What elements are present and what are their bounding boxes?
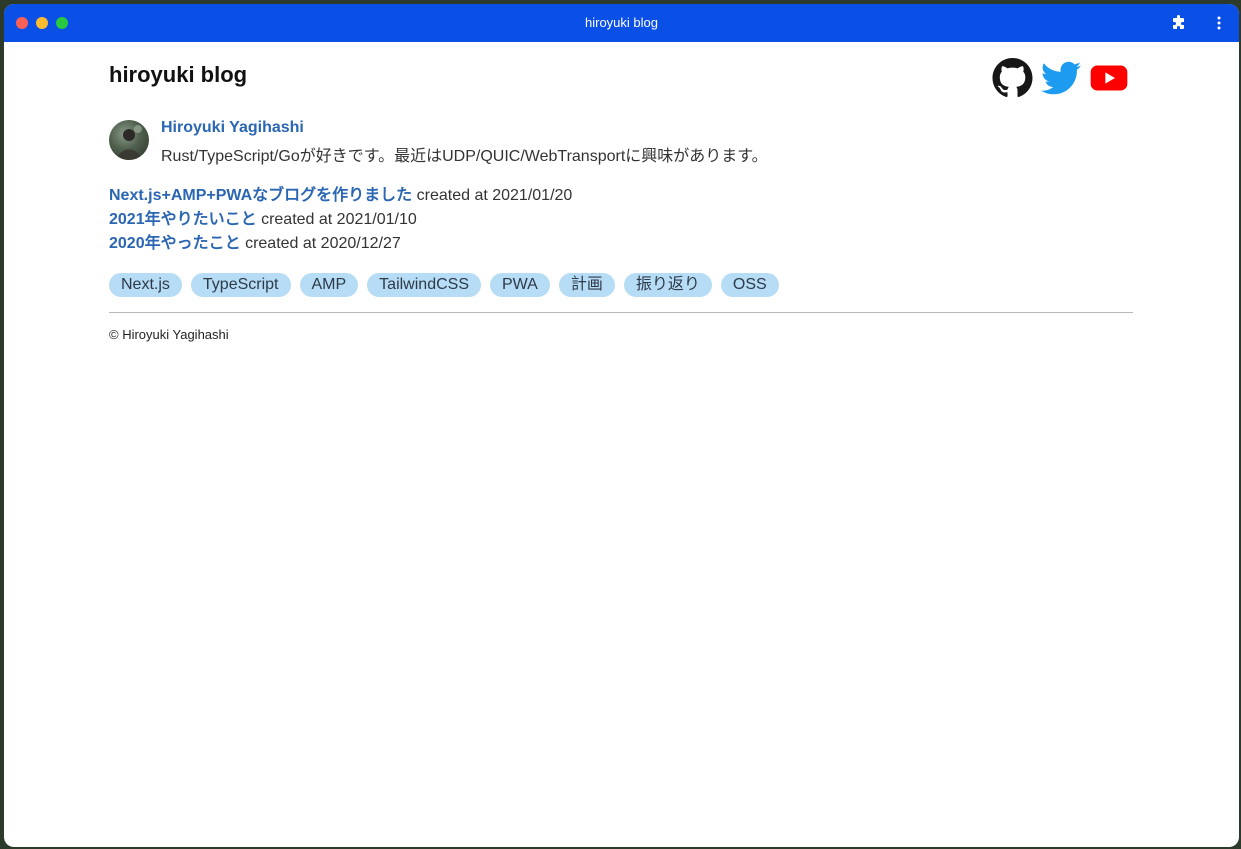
footer-divider <box>109 312 1133 313</box>
tag-pwa[interactable]: PWA <box>489 273 550 297</box>
post-date: created at 2021/01/20 <box>416 187 573 204</box>
tag-oss[interactable]: OSS <box>720 273 779 297</box>
author-bio: Rust/TypeScript/Goが好きです。最近はUDP/QUIC/WebT… <box>161 148 768 165</box>
youtube-icon[interactable] <box>1088 58 1130 98</box>
author-avatar <box>109 120 149 160</box>
title-bar: hiroyuki blog <box>4 4 1239 42</box>
window-title: hiroyuki blog <box>585 15 658 30</box>
copyright-text: © Hiroyuki Yagihashi <box>109 327 229 342</box>
tag-plan[interactable]: 計画 <box>558 273 615 297</box>
post-title-link[interactable]: Next.js+AMP+PWAなブログを作りました <box>109 187 412 204</box>
post-date: created at 2020/12/27 <box>245 235 401 252</box>
list-item: 2020年やったこと created at 2020/12/27 <box>109 234 572 258</box>
post-date: created at 2021/01/10 <box>261 211 417 228</box>
list-item: 2021年やりたいこと created at 2021/01/10 <box>109 210 572 234</box>
post-list: Next.js+AMP+PWAなブログを作りました created at 202… <box>109 186 572 258</box>
more-vertical-icon[interactable] <box>1211 15 1227 31</box>
site-title[interactable]: hiroyuki blog <box>109 62 247 88</box>
author-name-link[interactable]: Hiroyuki Yagihashi <box>161 119 304 137</box>
tag-list: Next.js TypeScript AMP TailwindCSS PWA 計画 振り返り… <box>109 273 788 297</box>
tag-typescript[interactable]: TypeScript <box>190 273 291 297</box>
list-item: Next.js+AMP+PWAなブログを作りました created at 202… <box>109 186 572 210</box>
post-title-link[interactable]: 2020年やったこと <box>109 235 241 252</box>
tag-tailwindcss[interactable]: TailwindCSS <box>367 273 481 297</box>
puzzle-icon[interactable] <box>1171 15 1187 31</box>
browser-window: hiroyuki blog hiroyuki blog Hiroyuki Yag… <box>4 4 1239 847</box>
tag-nextjs[interactable]: Next.js <box>109 273 182 297</box>
post-title-link[interactable]: 2021年やりたいこと <box>109 211 257 228</box>
tag-retrospective[interactable]: 振り返り <box>623 273 712 297</box>
tag-amp[interactable]: AMP <box>299 273 359 297</box>
twitter-icon[interactable] <box>1040 58 1082 98</box>
github-icon[interactable] <box>992 58 1033 98</box>
